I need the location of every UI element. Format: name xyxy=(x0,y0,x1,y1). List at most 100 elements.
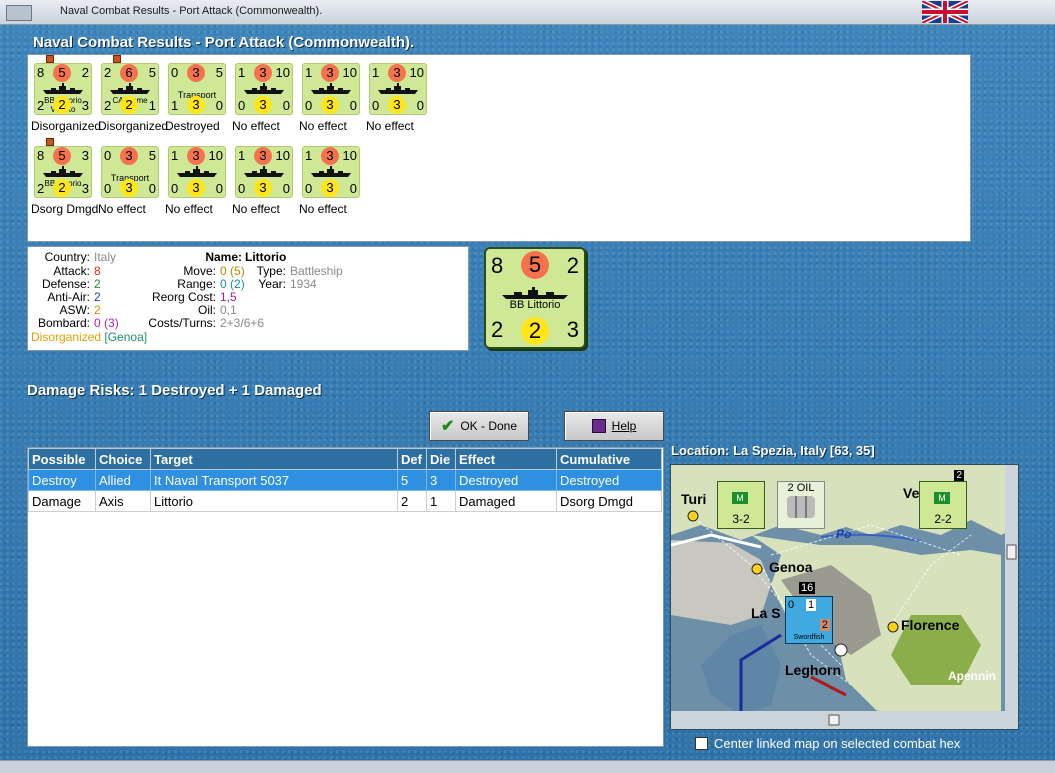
naval-unit-counter[interactable]: 0 3 5 Transport 1 3 0 xyxy=(168,63,226,115)
naval-unit-counter[interactable]: 1 3 10 0 3 0 xyxy=(235,146,293,198)
stack-count-badge: 16 xyxy=(799,582,816,594)
col-def[interactable]: Def xyxy=(397,448,427,470)
cell-choice: Allied xyxy=(95,469,151,491)
help-book-icon xyxy=(591,419,606,433)
counter-defense: 0 xyxy=(305,98,313,113)
militia-icon: M xyxy=(732,492,748,504)
linked-map[interactable]: Turi Ve Po Genoa La S Florence Leghorn A… xyxy=(670,464,1019,730)
big-range: 2 xyxy=(566,253,579,278)
unit-strength: 3-2 xyxy=(732,512,750,526)
naval-unit-counter[interactable]: 1 3 10 0 3 0 xyxy=(302,63,360,115)
col-cumulative[interactable]: Cumulative xyxy=(556,448,662,470)
year-value: 1934 xyxy=(290,277,317,291)
costs-value: 2+3/6+6 xyxy=(220,316,265,330)
counter-aa: 0 xyxy=(282,181,290,196)
naval-unit-counter[interactable]: 1 3 10 0 3 0 xyxy=(302,146,360,198)
map-label-genoa: Genoa xyxy=(769,559,813,575)
map-unit-turin-militia[interactable]: 3-2 M xyxy=(717,481,765,529)
counter-attack: 0 xyxy=(104,148,112,163)
oil-barrels-icon xyxy=(787,496,815,518)
ship-icon xyxy=(244,166,284,177)
col-effect[interactable]: Effect xyxy=(455,448,557,470)
counter-attack: 1 xyxy=(238,148,246,163)
counter-bottom-value: 3 xyxy=(388,96,406,114)
antiair-label: Anti-Air: xyxy=(47,290,90,304)
ship-icon xyxy=(311,166,351,177)
naval-unit-counter[interactable]: 1 3 10 0 3 0 xyxy=(168,146,226,198)
counter-result: No effect xyxy=(232,119,280,133)
country-value: Italy xyxy=(94,250,117,264)
map-label-spezia: La S xyxy=(751,605,781,621)
type-value: Battleship xyxy=(290,264,343,278)
naval-unit-counter[interactable]: 0 3 5 Transport 0 3 0 xyxy=(101,146,159,198)
map-oil-resource[interactable]: 2 OIL xyxy=(777,481,825,529)
counter-range: 3 xyxy=(81,148,89,163)
range-label: Range: xyxy=(177,277,216,291)
table-row[interactable]: Destroy Allied It Naval Transport 5037 5… xyxy=(28,469,662,491)
counter-bottom-value: 3 xyxy=(321,179,339,197)
counter-defense: 0 xyxy=(171,181,179,196)
defense-label: Defense: xyxy=(41,277,90,291)
counter-result: No effect xyxy=(98,202,146,216)
year-label: Year: xyxy=(258,277,286,291)
counter-result: Dsorg Dmgd xyxy=(31,202,99,216)
center-map-checkbox-row[interactable]: Center linked map on selected combat hex xyxy=(695,736,960,751)
counter-aa: 3 xyxy=(81,98,89,113)
naval-unit-counter[interactable]: 265CA Fiume221 xyxy=(101,63,159,115)
system-menu-button[interactable] xyxy=(6,5,32,21)
counter-result: No effect xyxy=(299,202,347,216)
counter-attack: 8 xyxy=(37,65,45,80)
naval-unit-counter[interactable]: 852BB Vittorio Veneto223 xyxy=(34,63,92,115)
counter-aa: 0 xyxy=(349,98,357,113)
counter-defense: 2 xyxy=(104,98,112,113)
counter-top-value: 3 xyxy=(120,147,138,165)
center-map-checkbox[interactable] xyxy=(695,737,708,750)
damage-table: Possible Choice Target Def Die Effect Cu… xyxy=(28,448,662,512)
bombard-label: Bombard: xyxy=(37,316,90,330)
map-label-apennines: Apennin xyxy=(948,669,996,683)
location-text: Location: La Spezia, Italy [63, 35] xyxy=(671,443,875,458)
counter-range: 10 xyxy=(409,65,424,80)
country-label: Country: xyxy=(44,250,90,264)
naval-unit-counter[interactable]: 853BB Littorio223 xyxy=(34,146,92,198)
ship-icon xyxy=(110,83,150,94)
stack-badge: 2 xyxy=(954,470,964,481)
attack-label: Attack: xyxy=(53,264,90,278)
bottom-strip xyxy=(0,760,1055,773)
table-row[interactable]: Damage Axis Littorio 2 1 Damaged Dsorg D… xyxy=(28,490,662,512)
cell-cumulative: Dsorg Dmgd xyxy=(556,490,662,512)
naval-unit-counter[interactable]: 1 3 10 0 3 0 xyxy=(235,63,293,115)
counter-top-value: 3 xyxy=(187,64,205,82)
col-die[interactable]: Die xyxy=(426,448,456,470)
unit-strength: 2-2 xyxy=(934,512,952,526)
disorganized-marker-icon xyxy=(113,55,121,63)
counter-bottom-value: 3 xyxy=(120,179,138,197)
col-possible[interactable]: Possible xyxy=(28,448,96,470)
cell-possible: Destroy xyxy=(28,469,96,491)
ship-icon xyxy=(43,166,83,177)
window-title: Naval Combat Results - Port Attack (Comm… xyxy=(60,5,323,17)
counter-bottom-value: 2 xyxy=(120,96,138,114)
map-unit-venice-militia[interactable]: 2-2 M 2 xyxy=(919,470,967,529)
name-label: Name: xyxy=(205,250,242,264)
counter-result: Disorganized xyxy=(98,119,169,133)
counter-bottom-value: 3 xyxy=(187,179,205,197)
counter-bottom-value: 3 xyxy=(187,96,205,114)
counter-bottom-value: 3 xyxy=(321,96,339,114)
reorg-label: Reorg Cost: xyxy=(151,290,216,304)
counter-top-value: 5 xyxy=(53,64,71,82)
help-button[interactable]: Help xyxy=(564,411,664,441)
checkmark-icon: ✔ xyxy=(440,418,455,435)
help-label: Help xyxy=(611,419,637,433)
counter-top-value: 3 xyxy=(254,147,272,165)
counter-aa: 0 xyxy=(148,181,156,196)
col-choice[interactable]: Choice xyxy=(95,448,151,470)
map-unit-swordfish[interactable]: 0 1 2 Swordfish xyxy=(785,596,833,644)
col-target[interactable]: Target xyxy=(150,448,398,470)
counter-range: 10 xyxy=(342,65,357,80)
union-jack-flag-icon xyxy=(922,1,968,23)
range-value: 0 (2) xyxy=(220,277,245,291)
naval-unit-counter[interactable]: 1 3 10 0 3 0 xyxy=(369,63,427,115)
move-label: Move: xyxy=(183,264,216,278)
ok-done-button[interactable]: ✔ OK - Done xyxy=(429,411,529,441)
